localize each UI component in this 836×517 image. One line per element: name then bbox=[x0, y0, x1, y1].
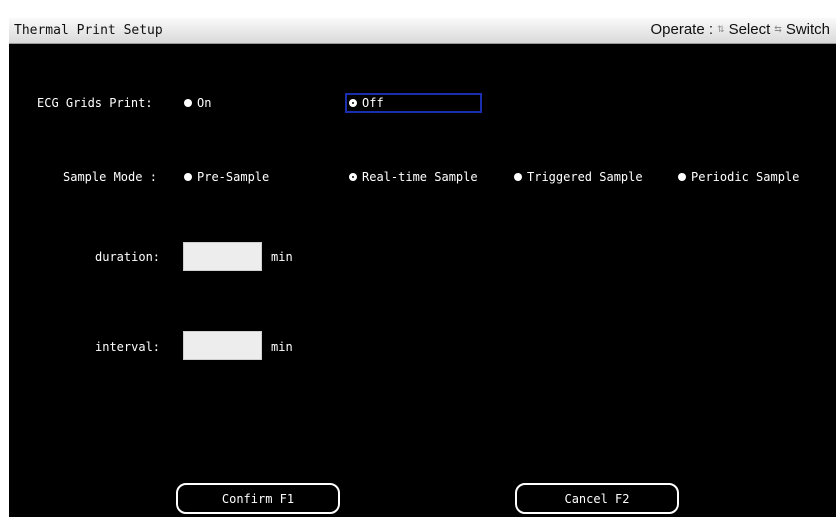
cancel-button-label: Cancel F2 bbox=[564, 491, 630, 506]
title-bar: Thermal Print Setup Operate : ⇅ Select ⇆… bbox=[9, 18, 836, 44]
duration-input[interactable] bbox=[183, 242, 262, 271]
window-title: Thermal Print Setup bbox=[14, 23, 163, 38]
interval-input[interactable] bbox=[183, 331, 262, 360]
duration-label: duration: bbox=[95, 250, 161, 264]
left-right-arrows-icon: ⇆ bbox=[774, 24, 782, 34]
ecg-grids-on-radio[interactable]: On bbox=[184, 96, 211, 110]
ecg-grids-off-radio[interactable]: Off bbox=[345, 93, 482, 113]
interval-unit: min bbox=[271, 340, 293, 354]
radio-unselected-icon bbox=[184, 173, 192, 181]
confirm-button[interactable]: Confirm F1 bbox=[176, 483, 340, 514]
pre-sample-radio[interactable]: Pre-Sample bbox=[184, 170, 269, 184]
radio-selected-icon bbox=[349, 173, 357, 181]
interval-label: interval: bbox=[95, 340, 161, 354]
radio-selected-icon bbox=[349, 99, 357, 107]
real-time-sample-label: Real-time Sample bbox=[362, 170, 478, 184]
triggered-sample-radio[interactable]: Triggered Sample bbox=[514, 170, 643, 184]
pre-sample-label: Pre-Sample bbox=[197, 170, 270, 184]
ecg-grids-on-label: On bbox=[197, 96, 212, 110]
thermal-print-setup-window: Thermal Print Setup Operate : ⇅ Select ⇆… bbox=[0, 0, 836, 517]
periodic-sample-label: Periodic Sample bbox=[691, 170, 800, 184]
up-down-arrows-icon: ⇅ bbox=[717, 24, 725, 34]
triggered-sample-label: Triggered Sample bbox=[527, 170, 643, 184]
radio-unselected-icon bbox=[678, 173, 686, 181]
confirm-button-label: Confirm F1 bbox=[221, 491, 295, 506]
settings-panel: ECG Grids Print: On Off Sample Mode : Pr… bbox=[9, 44, 836, 517]
radio-unselected-icon bbox=[184, 99, 192, 107]
ecg-grids-print-label: ECG Grids Print: bbox=[37, 96, 153, 110]
radio-unselected-icon bbox=[514, 173, 522, 181]
real-time-sample-radio[interactable]: Real-time Sample bbox=[349, 170, 478, 184]
switch-hint-label: Switch bbox=[785, 21, 830, 38]
ecg-grids-off-label: Off bbox=[362, 96, 384, 110]
operation-hint: Operate : ⇅ Select ⇆ Switch bbox=[650, 21, 830, 38]
duration-unit: min bbox=[271, 250, 293, 264]
operate-label: Operate : bbox=[650, 21, 714, 38]
periodic-sample-radio[interactable]: Periodic Sample bbox=[678, 170, 799, 184]
cancel-button[interactable]: Cancel F2 bbox=[515, 483, 679, 514]
sample-mode-label: Sample Mode : bbox=[63, 170, 157, 184]
select-hint-label: Select bbox=[728, 21, 771, 38]
